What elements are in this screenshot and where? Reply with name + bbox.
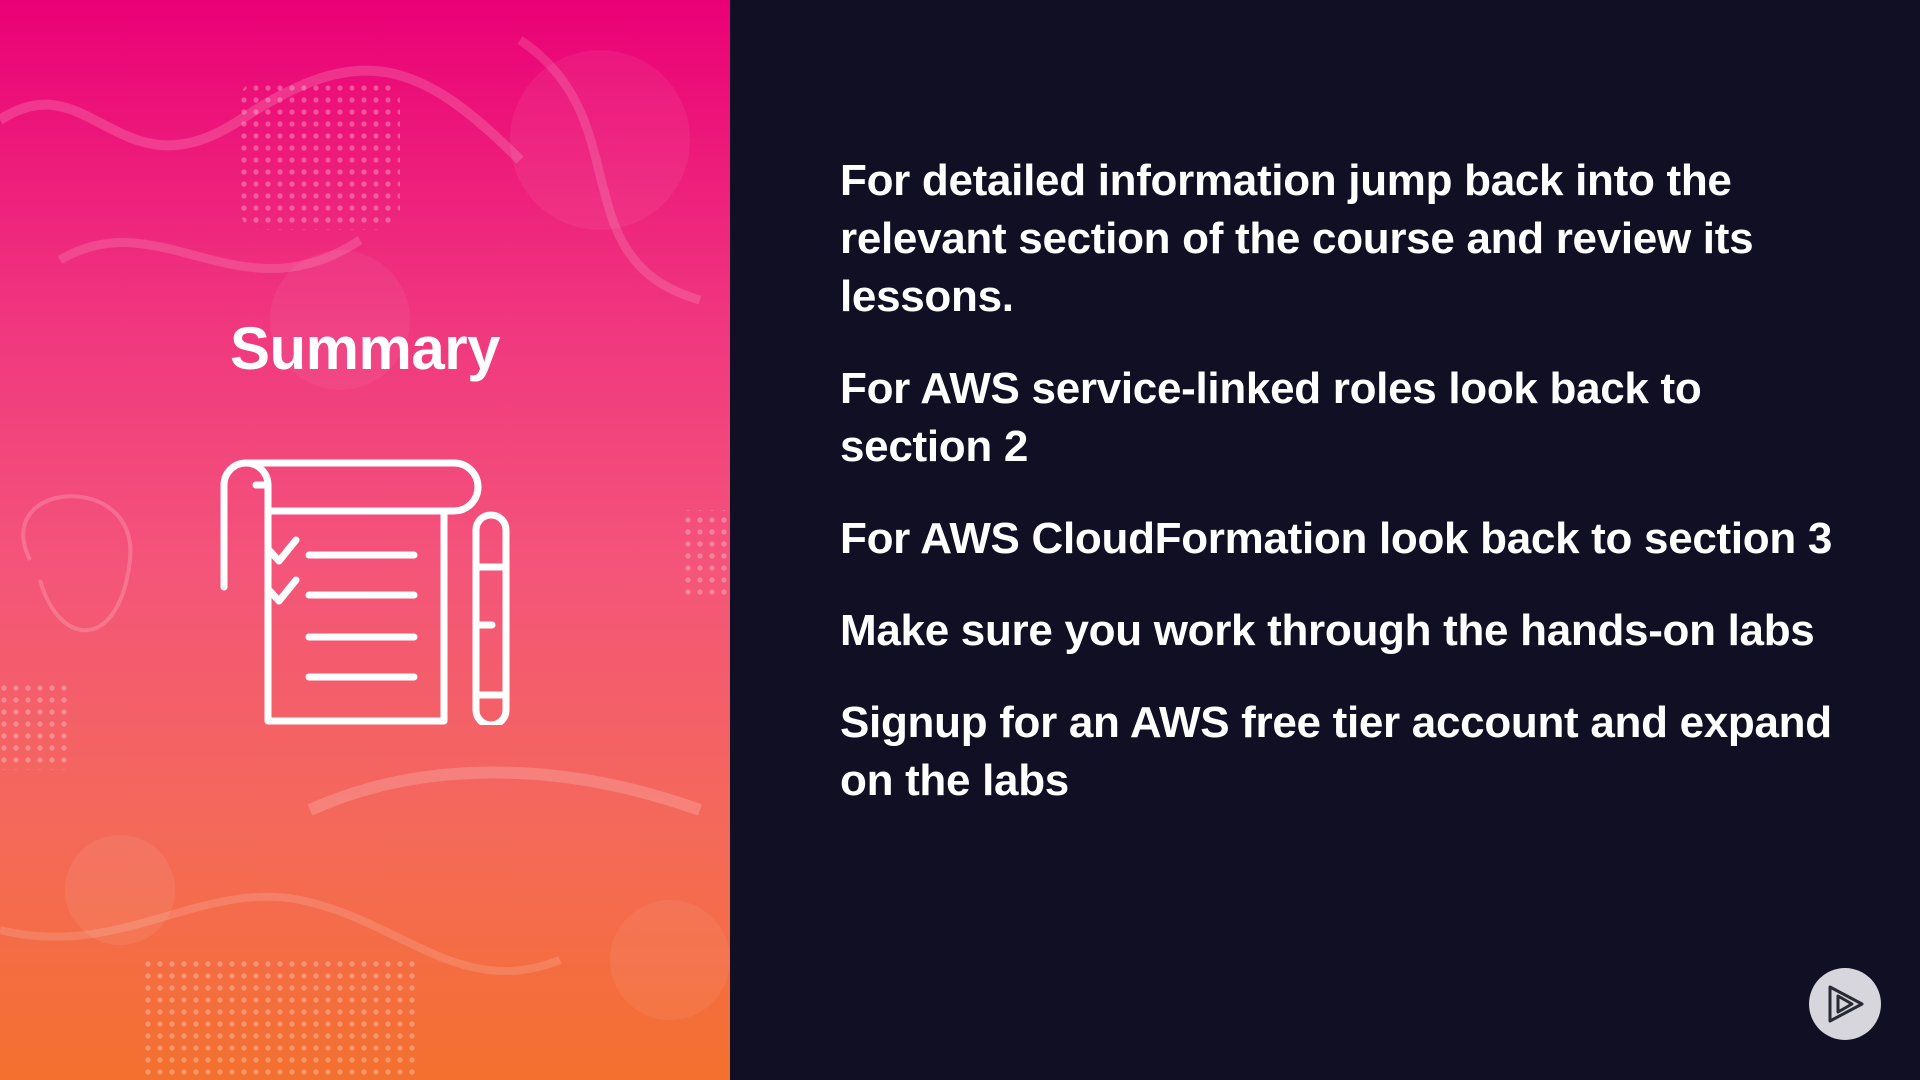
summary-points: For detailed information jump back into … xyxy=(840,152,1850,844)
content-panel: For detailed information jump back into … xyxy=(730,0,1920,1080)
play-logo-button[interactable] xyxy=(1809,968,1881,1040)
summary-point: For AWS CloudFormation look back to sect… xyxy=(840,514,1833,563)
play-logo-icon xyxy=(1828,985,1864,1023)
slide-title: Summary xyxy=(230,315,500,382)
summary-point: For detailed information jump back into … xyxy=(840,156,1754,321)
title-panel: Summary xyxy=(0,0,730,1080)
summary-point: For AWS service-linked roles look back t… xyxy=(840,364,1702,471)
summary-point: Make sure you work through the hands-on … xyxy=(840,606,1815,655)
checklist-notepad-with-pen-icon xyxy=(220,459,510,725)
summary-point: Signup for an AWS free tier account and … xyxy=(840,698,1832,805)
